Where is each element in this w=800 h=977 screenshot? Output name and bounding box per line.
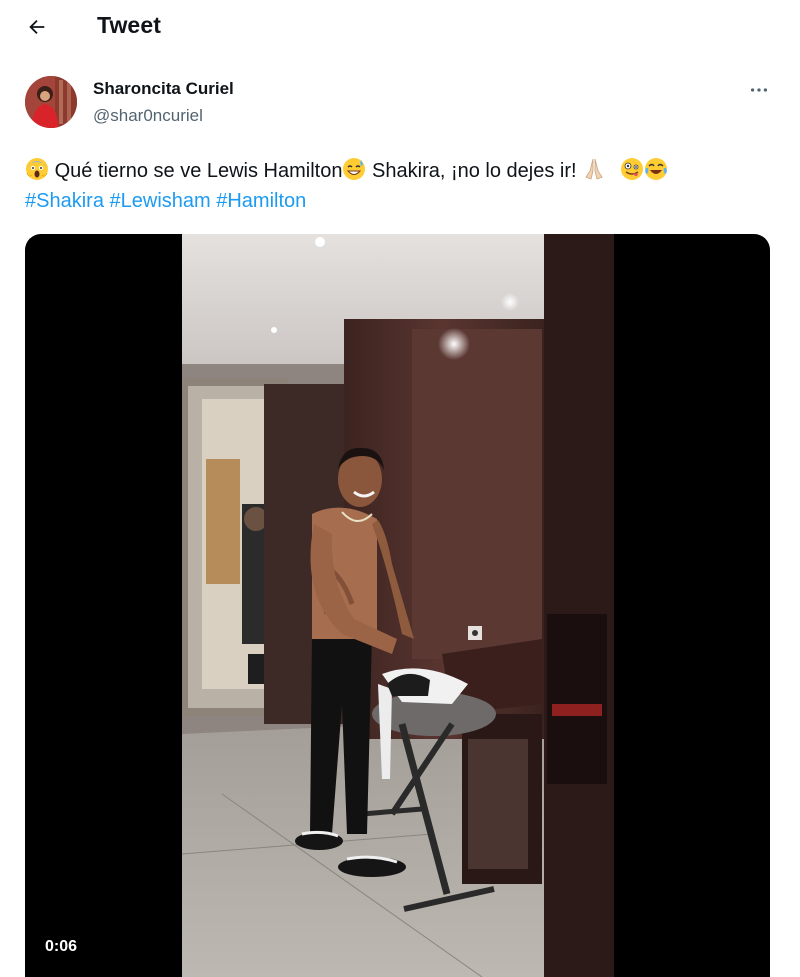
tears-of-joy-icon [644,158,667,180]
hashtag-shakira[interactable]: #Shakira [25,190,104,212]
zany-face-icon [620,158,643,180]
more-options-button[interactable] [742,76,776,104]
more-horizontal-icon [750,88,768,92]
face-screaming-icon [26,158,48,180]
arrow-left-icon [29,19,45,35]
hashtag-hamilton[interactable]: #Hamilton [216,190,306,212]
video-frame [182,234,614,977]
back-button[interactable] [18,8,56,46]
author-handle[interactable]: @shar0ncuriel [93,106,203,126]
hashtag-row: #Shakira #Lewisham #Hamilton [25,186,775,216]
author-name[interactable]: Sharoncita Curiel [93,79,234,99]
tweet-text-after: Shakira, ¡no lo dejes ir! [366,160,583,182]
avatar[interactable] [25,76,77,128]
top-bar: Tweet [0,0,800,52]
tweet-text: Qué tierno se ve Lewis Hamilton Shakira,… [25,156,775,216]
video-duration: 0:06 [45,938,78,955]
video-thumbnail [182,234,614,977]
avatar-image [25,76,77,128]
grinning-sweat-icon [343,158,366,180]
hashtag-lewisham[interactable]: #Lewisham [110,190,211,212]
tweet-text-main: Qué tierno se ve Lewis Hamilton [54,160,343,182]
video-player[interactable]: 0:06 [25,234,770,977]
page-title: Tweet [97,12,161,38]
folded-hands-icon [585,158,603,180]
